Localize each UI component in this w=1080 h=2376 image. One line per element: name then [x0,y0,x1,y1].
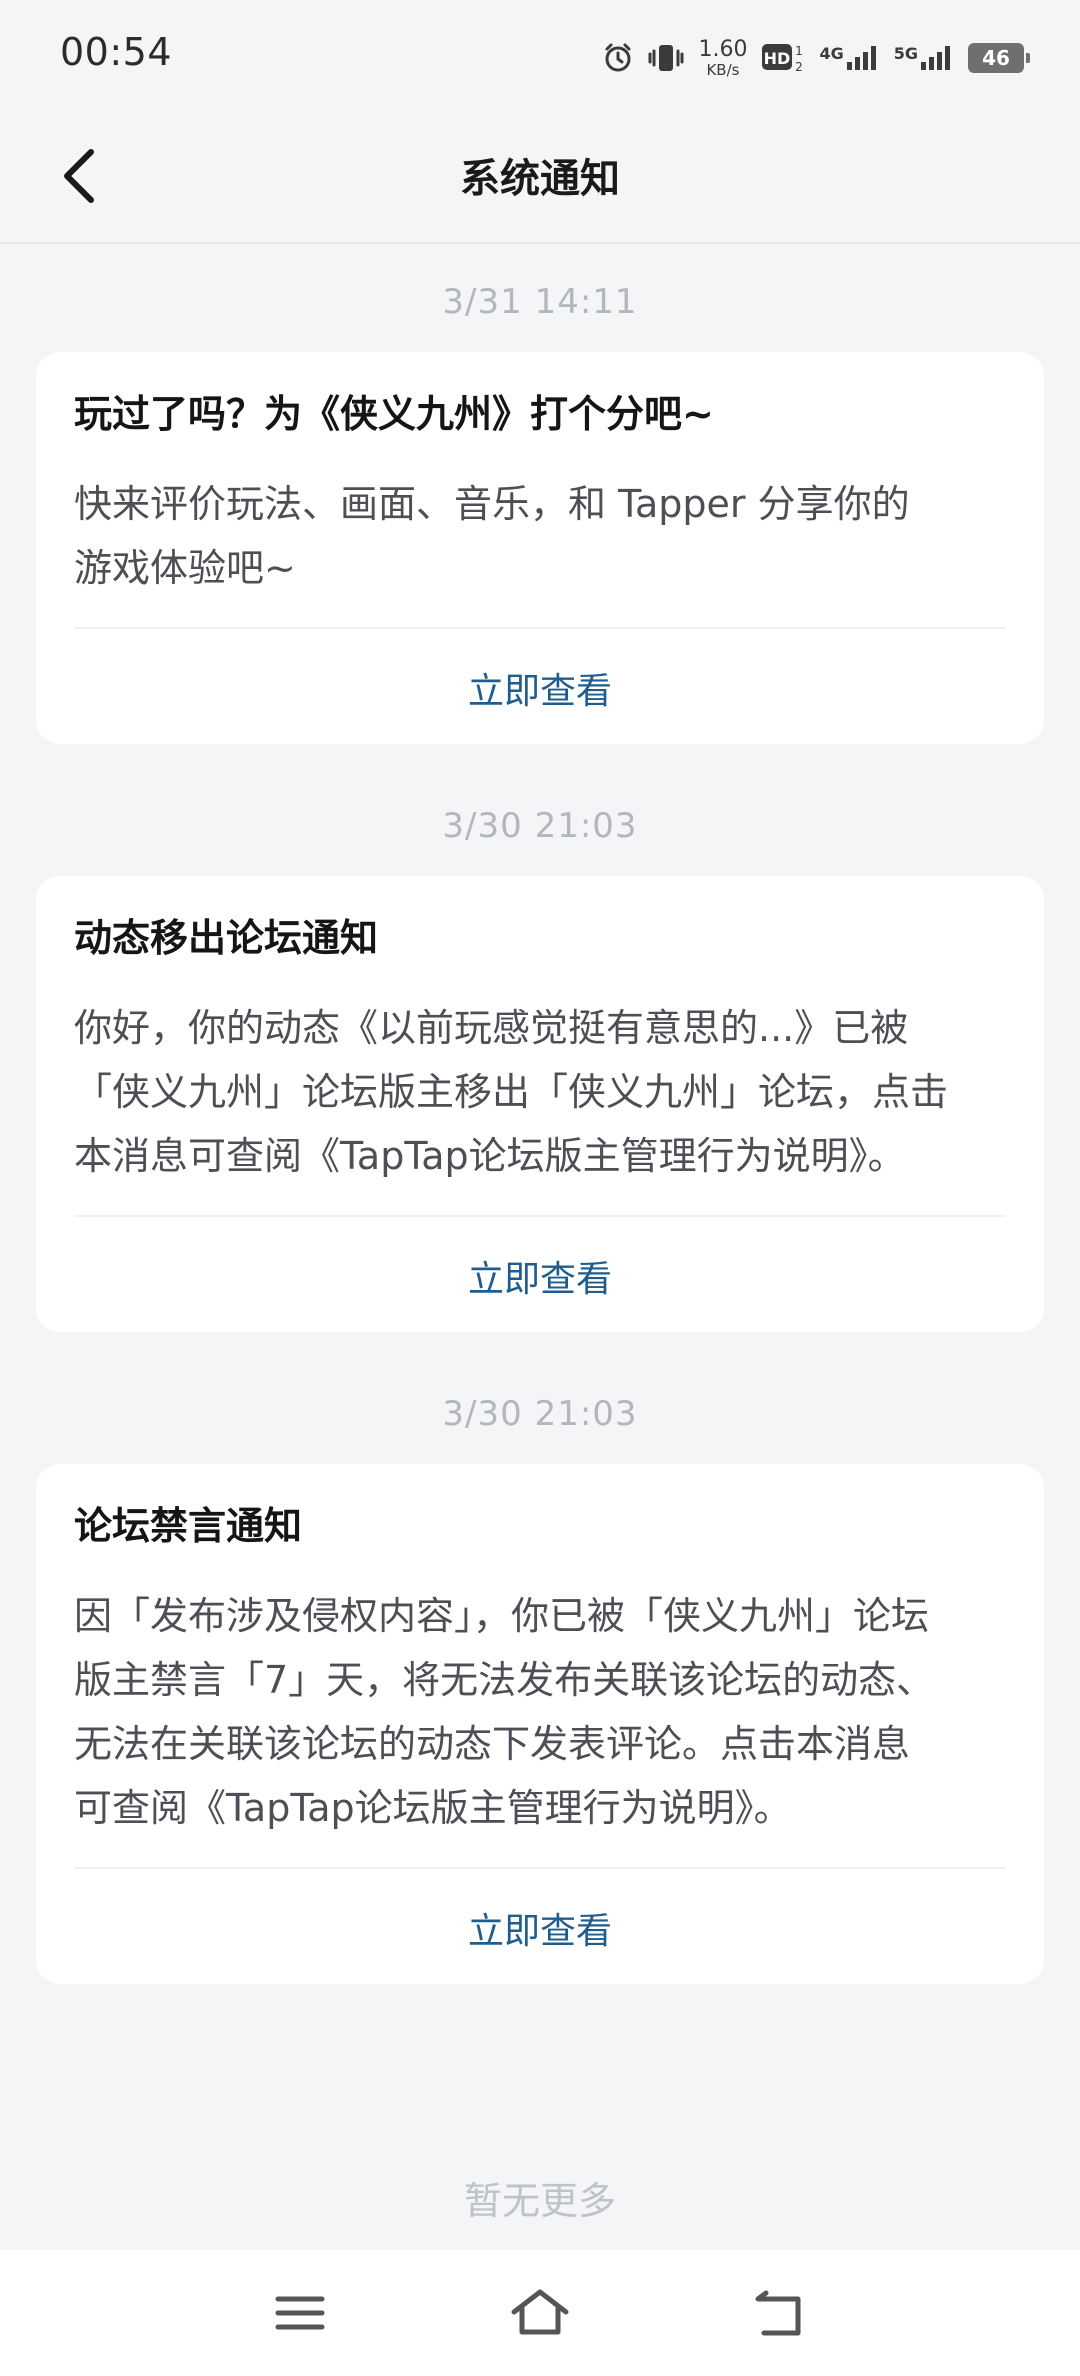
home-icon [511,2289,569,2335]
status-time: 00:54 [60,30,173,74]
home-button[interactable] [500,2278,580,2348]
notification-body-line: 因「发布涉及侵权内容」，你已被「侠义九州」论坛 [74,1594,930,1638]
battery-icon: 46 [968,43,1030,73]
sim1-signal-icon: 4G [819,44,879,72]
notification-body-line: 「侠义九州」论坛版主移出「侠义九州」论坛，点击 [74,1070,949,1114]
return-icon [755,2290,801,2336]
notification-body-line: 可查阅《TapTap论坛版主管理行为说明》。 [74,1786,792,1830]
message-timestamp: 3/31 14:11 [442,282,638,322]
network-speed-value: 1.60 [698,36,748,62]
notification-title: 动态移出论坛通知 [74,916,379,960]
notification-body-line: 本消息可查阅《TapTap论坛版主管理行为说明》。 [74,1134,906,1178]
view-now-button[interactable]: 立即查看 [36,1902,1044,1954]
notification-title: 玩过了吗？为《侠义九州》打个分吧~ [74,392,714,436]
menu-button[interactable] [260,2278,340,2348]
sim2-network-type: 5G [893,44,918,63]
svg-text:1: 1 [796,44,804,58]
message-timestamp: 3/30 21:03 [442,1394,638,1434]
hd-icon: HD 1 2 [761,41,805,75]
view-now-button[interactable]: 立即查看 [36,662,1044,714]
return-button[interactable] [740,2278,820,2348]
network-speed: 1.60 KB/s [698,36,748,79]
card-divider [74,1867,1006,1869]
notification-body-line: 无法在关联该论坛的动态下发表评论。点击本消息 [74,1722,911,1766]
no-more-label: 暂无更多 [463,2179,616,2223]
sim1-network-type: 4G [819,44,844,63]
notification-body-line: 快来评价玩法、画面、音乐，和 Tapper 分享你的 [74,482,910,526]
system-navigation-bar [0,2250,1080,2376]
status-bar: 00:54 1.60 KB/s HD 1 2 4G 5G 46 [0,0,1080,110]
notification-card: 论坛禁言通知 因「发布涉及侵权内容」，你已被「侠义九州」论坛 版主禁言「7」天，… [36,1464,1044,1984]
notification-body-line: 游戏体验吧~ [74,546,296,590]
notification-body: 你好，你的动态《以前玩感觉挺有意思的...》已被 「侠义九州」论坛版主移出「侠义… [74,996,1006,1188]
network-speed-unit: KB/s [706,60,740,79]
svg-text:2: 2 [796,60,804,74]
header: 系统通知 [0,110,1080,244]
page-title: 系统通知 [460,156,620,202]
view-now-button[interactable]: 立即查看 [36,1250,1044,1302]
vibrate-icon [648,42,684,74]
notification-body-line: 你好，你的动态《以前玩感觉挺有意思的...》已被 [74,1006,909,1050]
hd-label: HD [764,49,791,68]
notification-body: 快来评价玩法、画面、音乐，和 Tapper 分享你的 游戏体验吧~ [74,472,1006,600]
notification-body-line: 版主禁言「7」天，将无法发布关联该论坛的动态、 [74,1658,935,1702]
notification-card: 动态移出论坛通知 你好，你的动态《以前玩感觉挺有意思的...》已被 「侠义九州」… [36,876,1044,1332]
status-icons: 1.60 KB/s HD 1 2 4G 5G 46 [602,34,1030,82]
alarm-icon [602,42,634,74]
card-divider [74,1215,1006,1217]
battery-level: 46 [982,46,1010,70]
notification-title: 论坛禁言通知 [74,1504,303,1548]
menu-icon [275,2296,325,2330]
message-timestamp: 3/30 21:03 [442,806,638,846]
notification-body: 因「发布涉及侵权内容」，你已被「侠义九州」论坛 版主禁言「7」天，将无法发布关联… [74,1584,1006,1840]
card-divider [74,627,1006,629]
sim2-signal-icon: 5G [894,44,954,72]
notification-card: 玩过了吗？为《侠义九州》打个分吧~ 快来评价玩法、画面、音乐，和 Tapper … [36,352,1044,744]
